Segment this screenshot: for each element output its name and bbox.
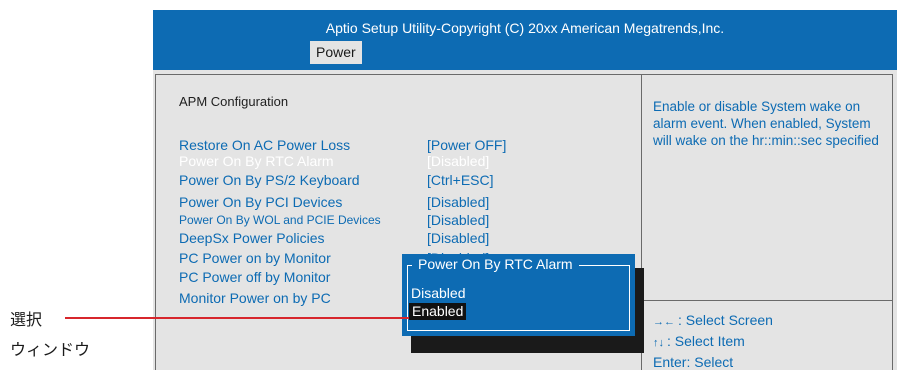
section-title: APM Configuration	[179, 94, 289, 109]
menu-value-restore-on-ac-power-loss[interactable]: [Power OFF]	[427, 137, 506, 153]
key-select-item-label: : Select Item	[667, 333, 745, 349]
header-bar: Aptio Setup Utility-Copyright (C) 20xx A…	[153, 10, 897, 70]
menu-item-monitor-power-on-by-pc[interactable]: Monitor Power on by PC	[179, 290, 331, 306]
menu-item-power-on-by-wol-pcie[interactable]: Power On By WOL and PCIE Devices	[179, 213, 381, 227]
selection-popup: Power On By RTC Alarm Disabled Enabled	[402, 254, 635, 336]
menu-value-power-on-by-rtc-alarm[interactable]: [Disabled]	[427, 153, 489, 169]
popup-option-enabled[interactable]: Enabled	[409, 303, 467, 320]
menu-item-deepsx-power-policies[interactable]: DeepSx Power Policies	[179, 230, 325, 246]
menu-value-power-on-by-pci-devices[interactable]: [Disabled]	[427, 194, 489, 210]
menu-item-power-on-by-ps2-keyboard[interactable]: Power On By PS/2 Keyboard	[179, 172, 360, 188]
key-enter-select-label: Enter: Select	[653, 354, 734, 370]
menu-item-power-on-by-rtc-alarm[interactable]: Power On By RTC Alarm	[179, 153, 334, 169]
menu-item-restore-on-ac-power-loss[interactable]: Restore On AC Power Loss	[179, 137, 350, 153]
menu-item-pc-power-on-by-monitor[interactable]: PC Power on by Monitor	[179, 250, 331, 266]
annotation-label-line2: ウィンドウ	[10, 340, 91, 359]
header-title: Aptio Setup Utility-Copyright (C) 20xx A…	[325, 20, 725, 36]
key-enter-select: Enter: Select	[653, 354, 733, 370]
popup-option-disabled[interactable]: Disabled	[411, 285, 465, 301]
bios-setup-window: Aptio Setup Utility-Copyright (C) 20xx A…	[153, 10, 897, 370]
popup-title: Power On By RTC Alarm	[412, 256, 579, 272]
menu-value-power-on-by-wol-pcie[interactable]: [Disabled]	[427, 212, 489, 228]
menu-item-pc-power-off-by-monitor[interactable]: PC Power off by Monitor	[179, 269, 330, 285]
menu-value-deepsx-power-policies[interactable]: [Disabled]	[427, 230, 489, 246]
help-text: Enable or disable System wake on alarm e…	[653, 99, 879, 148]
up-down-arrows-icon: ↑↓	[653, 337, 664, 349]
menu-item-power-on-by-pci-devices[interactable]: Power On By PCI Devices	[179, 194, 342, 210]
key-select-screen-label: : Select Screen	[678, 312, 773, 328]
menu-value-power-on-by-ps2-keyboard[interactable]: [Ctrl+ESC]	[427, 172, 494, 188]
key-select-screen: →←: Select Screen	[653, 312, 773, 328]
tab-power[interactable]: Power	[310, 41, 362, 64]
annotation-leader-line	[65, 317, 409, 319]
annotation-label-line1: 選択	[10, 310, 43, 329]
key-select-item: ↑↓: Select Item	[653, 333, 745, 349]
left-right-arrows-icon: →←	[653, 316, 675, 328]
keys-divider	[641, 300, 893, 301]
